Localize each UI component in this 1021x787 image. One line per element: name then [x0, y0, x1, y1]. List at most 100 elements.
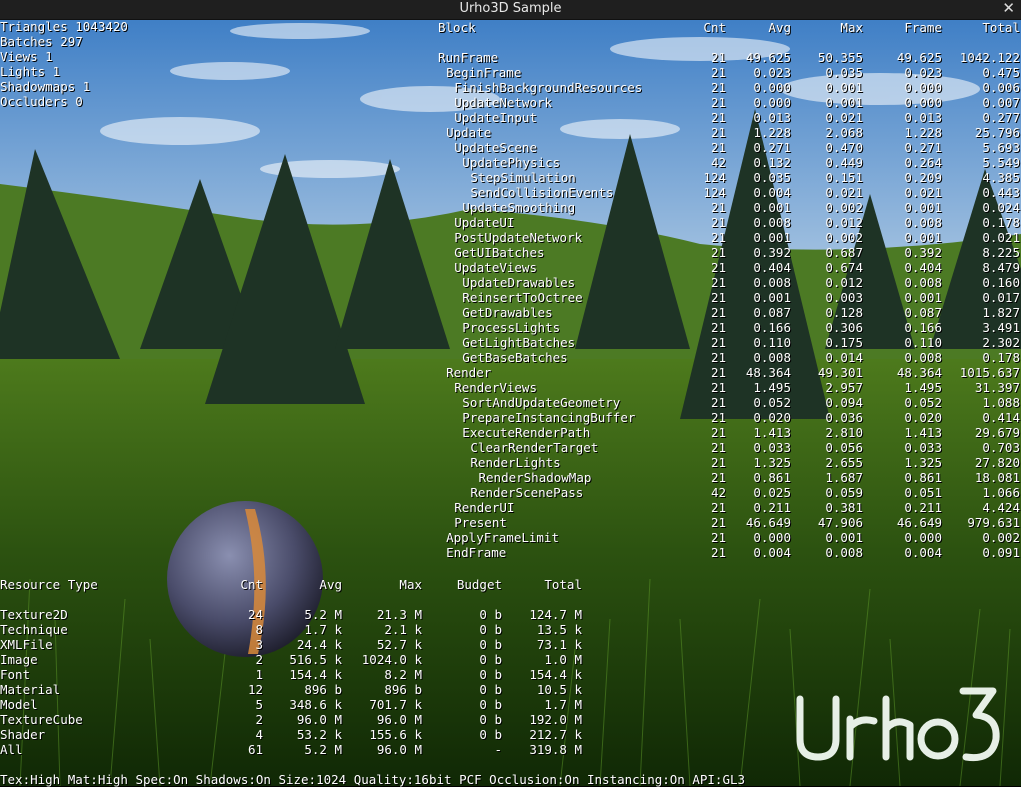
profiler-block-name: UpdateSmoothing [462, 200, 576, 215]
resource-avg: 5.2 M [304, 607, 342, 622]
profiler-row: Update 21 1.228 2.068 1.228 25.796 [0, 125, 1021, 140]
profiler-row: GetBaseBatches 21 0.008 0.014 0.008 0.178 [0, 350, 1021, 365]
profiler-block-name: UpdateViews [454, 260, 537, 275]
profiler-cnt: 21 [710, 515, 726, 530]
resource-header: Resource Type Cnt Avg Max Budget Total [0, 577, 600, 592]
profiler-cnt: 21 [710, 95, 726, 110]
window-titlebar: Urho3D Sample ✕ [0, 0, 1021, 20]
profiler-avg: 0.008 [753, 215, 791, 230]
resource-avg: 516.5 k [289, 652, 342, 667]
profiler-max: 0.012 [825, 215, 863, 230]
profiler-row: RenderUI 21 0.211 0.381 0.211 4.424 [0, 500, 1021, 515]
resource-budget: 0 b [479, 622, 502, 637]
profiler-max: 0.470 [825, 140, 863, 155]
resource-max: 701.7 k [369, 697, 422, 712]
profiler-row: UpdateInput 21 0.013 0.021 0.013 0.277 [0, 110, 1021, 125]
profiler-frame: 0.008 [904, 275, 942, 290]
resource-avg: 5.2 M [304, 742, 342, 757]
resource-type: Model [0, 697, 38, 712]
resource-total: 73.1 k [536, 637, 582, 652]
profiler-block-name: PostUpdateNetwork [454, 230, 583, 245]
profiler-total: 8.479 [982, 260, 1020, 275]
window-title: Urho3D Sample [459, 1, 562, 16]
resource-total: 212.7 k [529, 727, 582, 742]
profiler-avg: 0.008 [753, 275, 791, 290]
resource-header-avg: Avg [319, 577, 342, 592]
close-button[interactable]: ✕ [1002, 0, 1015, 17]
profiler-cnt: 21 [710, 125, 726, 140]
profiler-block-name: RunFrame [438, 50, 499, 65]
game-viewport[interactable]: Triangles 1043420 Batches 297 Views 1 Light… [0, 19, 1021, 787]
profiler-total: 0.443 [982, 185, 1020, 200]
profiler-avg: 0.023 [753, 65, 791, 80]
profiler-avg: 0.271 [753, 140, 791, 155]
resource-max: 96.0 M [376, 712, 422, 727]
profiler-block-name: UpdateNetwork [454, 95, 553, 110]
profiler-frame: 0.861 [904, 470, 942, 485]
profiler-block-name: GetDrawables [462, 305, 553, 320]
profiler-block-name: UpdateUI [454, 215, 515, 230]
profiler-cnt: 21 [710, 140, 726, 155]
profiler-avg: 0.020 [753, 410, 791, 425]
profiler-total: 1.827 [982, 305, 1020, 320]
profiler-cnt: 21 [710, 65, 726, 80]
profiler-avg: 0.087 [753, 305, 791, 320]
profiler-row: BeginFrame 21 0.023 0.035 0.023 0.475 [0, 65, 1021, 80]
profiler-row: RunFrame 21 49.625 50.355 49.625 1042.122 [0, 50, 1021, 65]
profiler-total: 5.549 [982, 155, 1020, 170]
profiler-block-name: GetUIBatches [454, 245, 545, 260]
profiler-header-avg: Avg [768, 20, 791, 35]
profiler-row: GetUIBatches 21 0.392 0.687 0.392 8.225 [0, 245, 1021, 260]
profiler-row: RenderLights 21 1.325 2.655 1.325 27.820 [0, 455, 1021, 470]
profiler-total: 0.475 [982, 65, 1020, 80]
profiler-max: 0.449 [825, 155, 863, 170]
profiler-max: 0.381 [825, 500, 863, 515]
profiler-max: 0.014 [825, 350, 863, 365]
profiler-avg: 46.649 [745, 515, 791, 530]
profiler-avg: 0.404 [753, 260, 791, 275]
profiler-row: Present 21 46.649 47.906 46.649 979.631 [0, 515, 1021, 530]
profiler-cnt: 21 [710, 200, 726, 215]
resource-budget: 0 b [479, 667, 502, 682]
profiler-max: 0.003 [825, 290, 863, 305]
resource-type: Texture2D [0, 607, 68, 622]
profiler-frame: 0.000 [904, 95, 942, 110]
resource-total: 192.0 M [529, 712, 582, 727]
profiler-header-block: Block [438, 20, 476, 35]
profiler-frame: 0.013 [904, 110, 942, 125]
profiler-avg: 0.001 [753, 230, 791, 245]
profiler-frame: 1.325 [904, 455, 942, 470]
profiler-row: GetDrawables 21 0.087 0.128 0.087 1.827 [0, 305, 1021, 320]
settings-line: Tex:High Mat:High Spec:On Shadows:On Siz… [0, 772, 746, 787]
profiler-cnt: 21 [710, 275, 726, 290]
profiler-total: 31.397 [974, 380, 1020, 395]
profiler-cnt: 21 [710, 530, 726, 545]
profiler-cnt: 21 [710, 260, 726, 275]
profiler-cnt: 124 [703, 170, 726, 185]
resource-type: Image [0, 652, 38, 667]
resource-total: 124.7 M [529, 607, 582, 622]
profiler-cnt: 21 [710, 470, 726, 485]
profiler-row: RenderScenePass 42 0.025 0.059 0.051 1.066 [0, 485, 1021, 500]
resource-row: Font 1 154.4 k 8.2 M 0 b 154.4 k [0, 667, 600, 682]
profiler-total: 1015.637 [959, 365, 1020, 380]
profiler-block-name: RenderShadowMap [478, 470, 592, 485]
profiler-total: 1.088 [982, 395, 1020, 410]
profiler-block-name: GetBaseBatches [462, 350, 568, 365]
profiler-total: 4.424 [982, 500, 1020, 515]
profiler-block-name: RenderViews [454, 380, 537, 395]
resource-type: All [0, 742, 23, 757]
profiler-avg: 0.211 [753, 500, 791, 515]
profiler-avg: 0.110 [753, 335, 791, 350]
profiler-total: 0.002 [982, 530, 1020, 545]
profiler-total: 8.225 [982, 245, 1020, 260]
profiler-max: 0.059 [825, 485, 863, 500]
resource-type: Font [0, 667, 31, 682]
profiler-block-name: ApplyFrameLimit [446, 530, 559, 545]
profiler-frame: 1.495 [904, 380, 942, 395]
profiler-avg: 0.035 [753, 170, 791, 185]
profiler-block-name: StepSimulation [470, 170, 576, 185]
resource-type: Shader [0, 727, 46, 742]
profiler-row: RenderShadowMap 21 0.861 1.687 0.861 18.081 [0, 470, 1021, 485]
resource-budget: 0 b [479, 637, 502, 652]
